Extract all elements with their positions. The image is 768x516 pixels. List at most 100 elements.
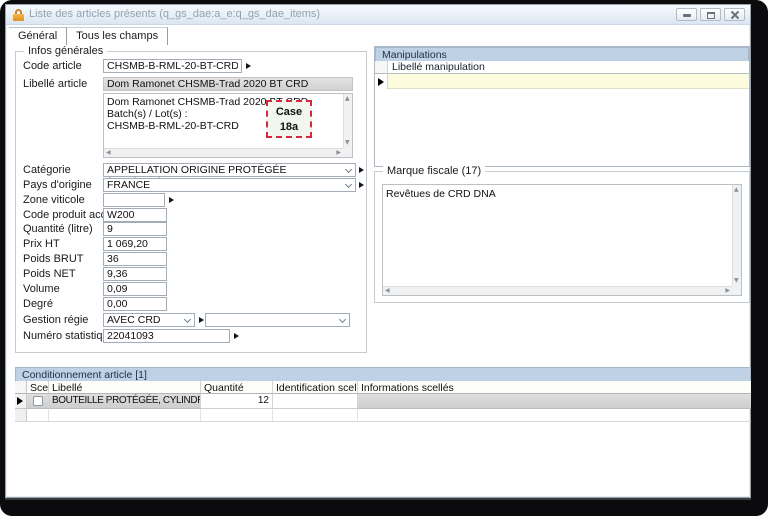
minimize-button[interactable] [676,8,697,21]
row-marker-header-cell [375,61,388,74]
description-line: Dom Ramonet CHSMB-Trad 2020 BT CRD [104,94,352,108]
marque-fiscale-group: Marque fiscale (17) Revêtues de CRD DNA … [374,171,750,303]
column-header-scel: Scel [27,381,49,394]
marque-fiscale-title: Marque fiscale (17) [383,165,485,177]
gestion-regie-combobox[interactable]: AVEC CRD [103,313,195,327]
scroll-right-icon[interactable]: ▶ [725,288,730,294]
numero-statistique-input[interactable] [103,329,230,343]
categorie-detail-arrow-icon[interactable] [359,167,364,173]
window-controls [676,8,745,21]
vertical-scrollbar[interactable]: ▲▼ [343,94,352,148]
degre-input[interactable] [103,297,167,311]
scel-cell [27,409,49,422]
current-row-marker-cell [15,394,27,409]
code-article-detail-arrow-icon[interactable] [246,63,251,69]
libelle-cell [49,409,201,422]
scroll-up-icon[interactable]: ▲ [345,96,350,102]
code-article-label: Code article [23,60,82,73]
libelle-cell[interactable]: BOUTEILLE PROTÉGÉE, CYLINDRIQUE [49,394,201,409]
scrollbar-corner [343,148,352,157]
tab-bar: Général Tous les champs [9,27,168,45]
libelle-article-readonly-field: Dom Ramonet CHSMB-Trad 2020 BT CRD [103,77,353,91]
chevron-down-icon [184,316,191,323]
close-button[interactable] [724,8,745,21]
scrollbar-corner [732,286,741,295]
scroll-left-icon[interactable]: ◀ [385,288,390,294]
volume-label: Volume [23,283,60,296]
scel-cell [27,394,49,409]
poids-net-label: Poids NET [23,268,76,281]
close-icon [731,11,739,19]
quantite-cell[interactable]: 12 [201,394,273,409]
numero-statistique-label: Numéro statistique [23,330,115,343]
gestion-regie-value: AVEC CRD [107,314,160,326]
zone-viticole-input[interactable] [103,193,165,207]
column-header-quantite: Quantité [201,381,273,394]
zone-viticole-label: Zone viticole [23,194,85,207]
conditionnement-row[interactable]: BOUTEILLE PROTÉGÉE, CYLINDRIQUE 12 [15,394,751,409]
libelle-manipulation-column-header: Libellé manipulation [388,61,749,74]
annotation-line1: Case [268,105,310,120]
scroll-down-icon[interactable]: ▼ [734,278,739,284]
row-marker-cell [15,409,27,422]
code-produit-accise-input[interactable] [103,208,167,222]
pays-origine-value: FRANCE [107,179,150,191]
horizontal-scrollbar[interactable]: ◀▶ [383,286,732,295]
categorie-combobox[interactable]: APPELLATION ORIGINE PROTÉGÉE (AOP/AOC) [103,163,356,177]
scroll-up-icon[interactable]: ▲ [734,187,739,193]
description-line: Batch(s) / Lot(s) : [104,108,352,120]
chevron-down-icon [339,316,346,323]
titlebar[interactable]: Liste des articles présents (q_gs_dae:a_… [6,5,750,25]
numero-statistique-detail-arrow-icon[interactable] [234,333,239,339]
app-window: Liste des articles présents (q_gs_dae:a_… [5,4,751,498]
conditionnement-empty-row[interactable] [15,409,751,422]
prix-ht-input[interactable] [103,237,167,251]
scroll-down-icon[interactable]: ▼ [345,140,350,146]
libelle-article-label: Libellé article [23,78,87,91]
annotation-case-18a: Case 18a [266,100,312,138]
tab-tous-les-champs[interactable]: Tous les champs [67,27,168,45]
identification-scelles-cell [273,409,358,422]
row-marker-icon [378,78,384,86]
scroll-left-icon[interactable]: ◀ [106,150,111,156]
poids-brut-input[interactable] [103,252,167,266]
degre-label: Degré [23,298,53,311]
description-line: CHSMB-B-RML-20-BT-CRD [104,120,352,132]
row-marker-header-cell [15,381,27,394]
gestion-regie-detail-arrow-icon[interactable] [199,317,204,323]
manipulations-panel: Manipulations Libellé manipulation [374,46,750,167]
maximize-button[interactable] [700,8,721,21]
column-header-informations-scelles: Informations scellés [358,381,751,394]
gestion-regie-label: Gestion régie [23,314,88,327]
code-article-input[interactable] [103,59,242,73]
informations-scelles-cell[interactable] [358,394,751,409]
tab-general[interactable]: Général [9,27,67,45]
prix-ht-label: Prix HT [23,238,60,251]
quantite-cell [201,409,273,422]
scel-checkbox[interactable] [33,396,43,406]
description-textarea[interactable]: Dom Ramonet CHSMB-Trad 2020 BT CRD Batch… [103,93,353,158]
quantite-litre-input[interactable] [103,222,167,236]
row-marker-icon [17,397,23,405]
pays-origine-combobox[interactable]: FRANCE [103,178,356,192]
identification-scelles-cell[interactable] [273,394,358,409]
poids-brut-label: Poids BRUT [23,253,84,266]
pays-origine-detail-arrow-icon[interactable] [359,182,364,188]
vertical-scrollbar[interactable]: ▲▼ [732,185,741,286]
horizontal-scrollbar[interactable]: ◀▶ [104,148,343,157]
zone-viticole-detail-arrow-icon[interactable] [169,197,174,203]
marque-fiscale-textarea[interactable]: Revêtues de CRD DNA ▲▼ ◀▶ [382,184,742,296]
annotation-line2: 18a [268,120,310,135]
scroll-right-icon[interactable]: ▶ [336,150,341,156]
lock-icon [13,9,24,21]
manipulation-row[interactable] [375,74,749,89]
conditionnement-column-headers: Scel Libellé Quantité Identification sce… [15,381,751,394]
chevron-down-icon [345,166,352,173]
quantite-litre-label: Quantité (litre) [23,223,93,236]
manipulation-libelle-cell[interactable] [388,74,749,89]
categorie-label: Catégorie [23,164,71,177]
volume-input[interactable] [103,282,167,296]
poids-net-input[interactable] [103,267,167,281]
screenshot-frame: Liste des articles présents (q_gs_dae:a_… [0,0,768,516]
gestion-regie-secondary-combobox[interactable] [205,313,350,327]
